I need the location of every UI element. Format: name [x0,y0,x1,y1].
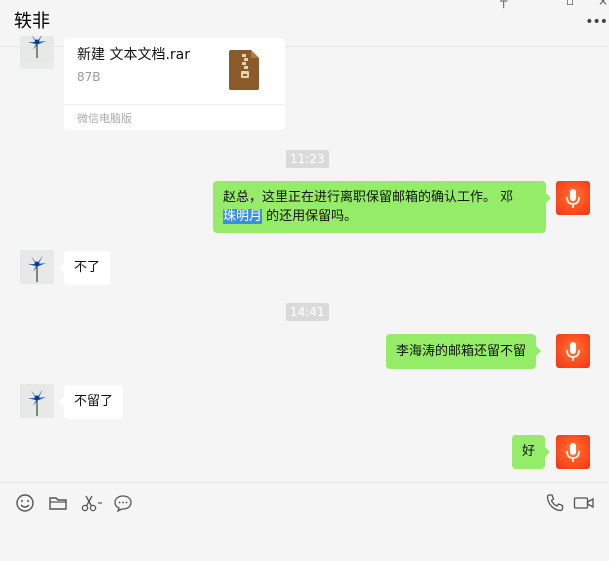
outgoing-message-3[interactable]: 好 [512,435,551,469]
file-message-card[interactable]: 新建 文本文档.rar 87B 微信电脑版 [64,38,285,130]
contact-avatar[interactable] [20,384,54,418]
my-avatar[interactable] [556,181,590,215]
zip-file-icon [229,50,259,90]
video-icon[interactable] [573,493,595,513]
folder-icon[interactable] [48,493,68,513]
more-options-icon[interactable]: ••• [585,14,608,30]
file-size: 87B [77,70,101,84]
timestamp: 11:23 [286,150,329,168]
chat-title: 轶非 [14,11,50,32]
file-source-footer: 微信电脑版 [64,104,285,130]
microphone-icon [566,189,580,208]
my-avatar[interactable] [556,334,590,368]
chat-history-icon[interactable] [113,493,133,513]
scissors-icon[interactable] [80,493,104,513]
file-source-label: 微信电脑版 [77,112,132,125]
input-area[interactable] [0,482,609,561]
selected-text: 珠明月 [223,209,263,224]
pin-icon[interactable]: ┬ [500,0,507,8]
contact-avatar[interactable] [20,250,54,284]
microphone-icon [566,342,580,361]
my-avatar[interactable] [556,435,590,469]
outgoing-message-1[interactable]: 赵总，这里正在进行离职保留邮箱的确认工作。 邓 珠明月 的还用保留吗。 [213,181,551,233]
maximize-icon[interactable]: ▫ [566,0,574,8]
contact-avatar[interactable] [20,36,54,69]
close-icon[interactable]: × [598,0,608,8]
incoming-message-1[interactable]: 不了 [58,251,111,285]
outgoing-message-2[interactable]: 李海涛的邮箱还留不留 [386,334,542,369]
incoming-message-2[interactable]: 不留了 [58,385,124,419]
timestamp: 14:41 [286,303,329,321]
phone-icon[interactable] [545,493,565,513]
microphone-icon [566,443,580,462]
file-name: 新建 文本文档.rar [77,47,190,63]
smiley-icon[interactable] [15,493,35,513]
